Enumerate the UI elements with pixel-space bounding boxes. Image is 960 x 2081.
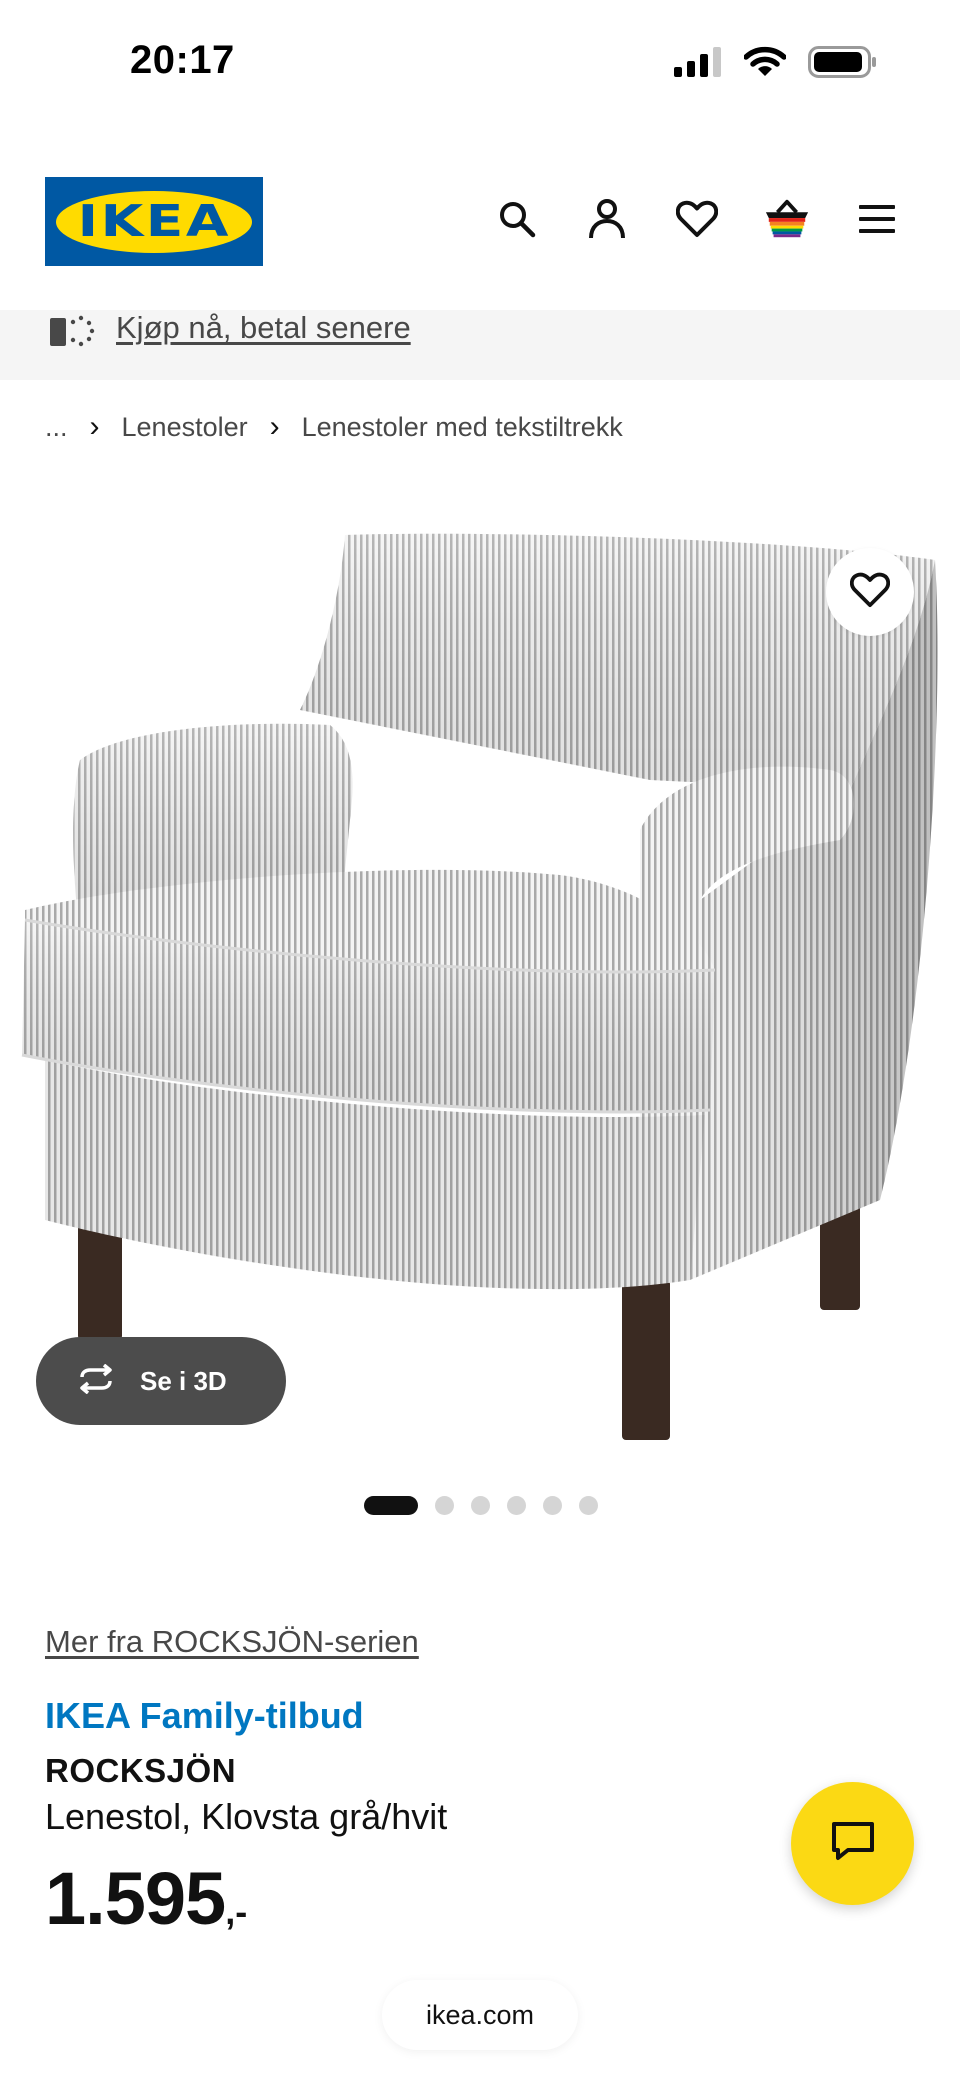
heart-icon bbox=[849, 572, 891, 613]
cellular-signal-icon bbox=[674, 47, 722, 82]
search-icon[interactable] bbox=[494, 196, 540, 242]
user-icon[interactable] bbox=[584, 196, 630, 242]
carousel-dot[interactable] bbox=[579, 1496, 598, 1515]
carousel-dot[interactable] bbox=[471, 1496, 490, 1515]
breadcrumb-item-textile[interactable]: Lenestoler med tekstiltrekk bbox=[302, 412, 623, 443]
favorite-button[interactable] bbox=[826, 548, 914, 636]
promo-banner[interactable]: Kjøp nå, betal senere bbox=[0, 310, 960, 380]
status-icons bbox=[674, 46, 878, 83]
price-amount: 1.595 bbox=[45, 1857, 226, 1940]
payment-icon bbox=[48, 310, 96, 355]
chevron-right-icon: › bbox=[269, 410, 280, 443]
heart-icon[interactable] bbox=[674, 196, 720, 242]
menu-icon[interactable] bbox=[854, 196, 900, 242]
breadcrumb-item-lenestoler[interactable]: Lenestoler bbox=[122, 412, 248, 443]
see-in-3d-button[interactable]: Se i 3D bbox=[36, 1337, 286, 1425]
rotate-icon bbox=[74, 1363, 118, 1399]
carousel-dot[interactable] bbox=[507, 1496, 526, 1515]
logo-oval: IKEA ® bbox=[56, 190, 252, 253]
product-name: ROCKSJÖN bbox=[45, 1752, 237, 1789]
chat-icon bbox=[830, 1820, 876, 1867]
product-price: 1.595 ,- bbox=[45, 1856, 247, 1941]
family-offer-label: IKEA Family-tilbud bbox=[45, 1695, 364, 1736]
product-description: Lenestol, Klovsta grå/hvit bbox=[45, 1796, 448, 1837]
see-in-3d-label: Se i 3D bbox=[140, 1365, 227, 1396]
chevron-right-icon: › bbox=[89, 410, 100, 443]
ikea-logo[interactable]: IKEA ® bbox=[45, 177, 263, 266]
site-header: IKEA ® bbox=[0, 150, 960, 300]
carousel-dot-active[interactable] bbox=[364, 1496, 418, 1515]
status-time: 20:17 bbox=[130, 38, 235, 82]
status-bar: 20:17 bbox=[0, 0, 960, 130]
price-suffix: ,- bbox=[225, 1891, 248, 1932]
breadcrumb: ... › Lenestoler › Lenestoler med teksti… bbox=[45, 410, 623, 444]
logo-registered-mark: ® bbox=[242, 198, 250, 210]
breadcrumb-item-ellipsis[interactable]: ... bbox=[45, 412, 68, 443]
logo-text: IKEA bbox=[77, 196, 231, 247]
product-image[interactable] bbox=[0, 520, 960, 1460]
carousel-dot[interactable] bbox=[543, 1496, 562, 1515]
battery-icon bbox=[808, 46, 878, 83]
carousel-dots bbox=[364, 1496, 598, 1515]
carousel-dot[interactable] bbox=[435, 1496, 454, 1515]
chat-button[interactable] bbox=[791, 1782, 914, 1905]
header-icons bbox=[494, 196, 900, 242]
basket-icon[interactable] bbox=[764, 196, 810, 242]
wifi-icon bbox=[743, 46, 787, 83]
browser-url-bar[interactable]: ikea.com bbox=[382, 1980, 578, 2050]
series-link[interactable]: Mer fra ROCKSJÖN-serien bbox=[45, 1624, 419, 1660]
promo-link[interactable]: Kjøp nå, betal senere bbox=[116, 310, 411, 346]
